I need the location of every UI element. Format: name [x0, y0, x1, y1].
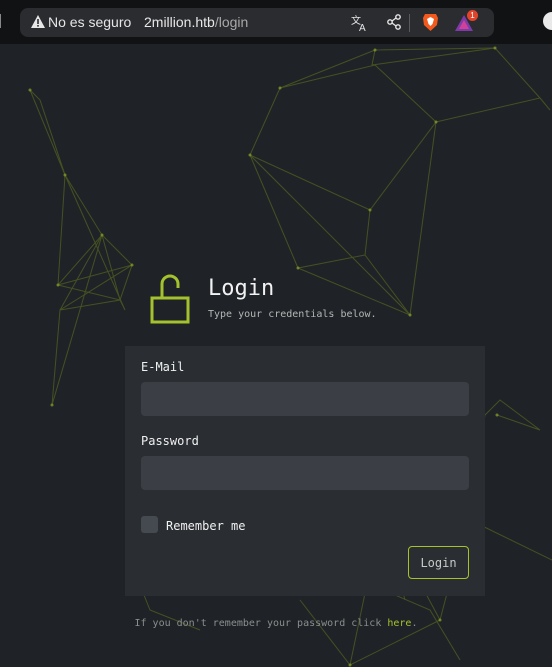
password-input[interactable]: [141, 456, 469, 490]
brave-shields-icon[interactable]: [422, 13, 439, 32]
tab-edge: [0, 14, 5, 28]
login-button[interactable]: Login: [408, 546, 469, 579]
url-path: /login: [214, 14, 249, 30]
unlocked-padlock-icon: [150, 274, 190, 324]
svg-text:A: A: [359, 23, 366, 32]
page-title: Login: [208, 276, 275, 301]
translate-icon[interactable]: 文 A: [351, 14, 369, 32]
forgot-password-text: If you don't remember your password clic…: [0, 618, 552, 629]
page-subtitle: Type your credentials below.: [208, 309, 377, 320]
share-icon[interactable]: [386, 14, 402, 30]
forgot-text: If you don't remember your password clic…: [134, 618, 388, 629]
remember-label[interactable]: Remember me: [166, 519, 245, 533]
warning-icon: [31, 15, 45, 28]
email-label: E-Mail: [141, 360, 185, 374]
forgot-text-end: .: [411, 618, 418, 629]
email-input[interactable]: [141, 382, 469, 416]
address-bar[interactable]: No es seguro 2million.htb/login 文 A 1: [20, 8, 494, 37]
security-status[interactable]: No es seguro: [48, 14, 131, 30]
url-host: 2million.htb: [144, 14, 215, 30]
toolbar-divider: [409, 14, 410, 32]
notification-badge: 1: [467, 10, 478, 21]
remember-checkbox[interactable]: [141, 516, 158, 533]
browser-toolbar: No es seguro 2million.htb/login 文 A 1: [0, 0, 552, 44]
password-label: Password: [141, 434, 199, 448]
forgot-password-link[interactable]: here: [387, 618, 411, 629]
url-text[interactable]: 2million.htb/login: [144, 14, 248, 30]
profile-avatar[interactable]: [543, 12, 552, 30]
